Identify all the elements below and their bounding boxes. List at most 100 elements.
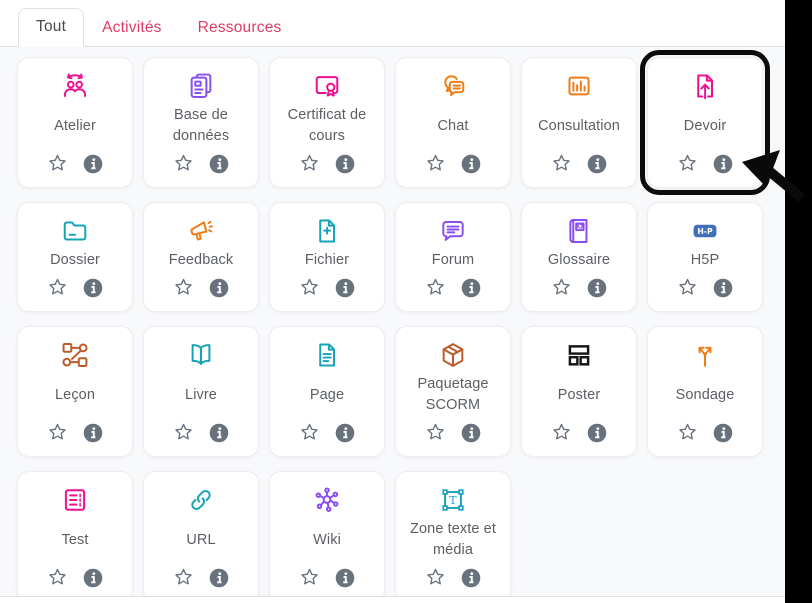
database-docs-icon [187,71,215,101]
activity-card-fichier[interactable]: Fichier [269,202,385,312]
star-favourite-icon[interactable] [173,567,194,588]
info-icon[interactable] [461,423,481,443]
activity-card-feedback[interactable]: Feedback [143,202,259,312]
activity-label: Base de données [144,101,258,151]
activity-label: Zone texte et média [396,515,510,565]
activity-card-wiki[interactable]: Wiki [269,471,385,596]
activity-card-certificat-de-cours[interactable]: Certificat de cours [269,57,385,188]
poster-layout-icon [565,340,593,370]
wiki-network-icon [313,485,341,515]
info-icon[interactable] [209,423,229,443]
card-footer [299,153,355,174]
star-favourite-icon[interactable] [425,277,446,298]
folder-icon [61,216,89,246]
activity-label: Poster [552,370,607,420]
info-icon[interactable] [335,423,355,443]
activity-card-dossier[interactable]: Dossier [17,202,133,312]
info-icon[interactable] [335,278,355,298]
info-icon[interactable] [209,568,229,588]
activity-label: Chat [431,101,474,151]
activity-card-poster[interactable]: Poster [521,326,637,457]
activity-label: Atelier [48,101,102,151]
card-footer [47,277,103,298]
activity-card-h5p[interactable]: H-P H5P [647,202,763,312]
card-footer [425,153,481,174]
info-icon[interactable] [209,278,229,298]
star-favourite-icon[interactable] [47,277,68,298]
activity-label: URL [180,515,221,565]
info-icon[interactable] [461,154,481,174]
star-favourite-icon[interactable] [173,153,194,174]
info-icon[interactable] [83,568,103,588]
activity-label: Paquetage SCORM [396,370,510,420]
star-favourite-icon[interactable] [173,422,194,443]
info-icon[interactable] [83,278,103,298]
svg-text:H-P: H-P [697,227,713,236]
info-icon[interactable] [461,568,481,588]
card-footer [677,422,733,443]
activity-card-devoir[interactable]: Devoir [647,57,763,188]
tab-tout[interactable]: Tout [18,8,84,47]
activity-card-page[interactable]: Page [269,326,385,457]
activity-label: Livre [179,370,223,420]
activity-card-base-de-donnees[interactable]: Base de données [143,57,259,188]
tab-ressources[interactable]: Ressources [180,9,300,47]
info-icon[interactable] [713,278,733,298]
star-favourite-icon[interactable] [299,277,320,298]
info-icon[interactable] [713,423,733,443]
star-favourite-icon[interactable] [425,567,446,588]
page-doc-icon [313,340,341,370]
activity-label: H5P [685,246,726,275]
star-favourite-icon[interactable] [425,153,446,174]
info-icon[interactable] [587,423,607,443]
activity-label: Devoir [678,101,733,151]
activity-label: Certificat de cours [270,101,384,151]
star-favourite-icon[interactable] [299,422,320,443]
card-footer [551,422,607,443]
star-favourite-icon[interactable] [299,567,320,588]
star-favourite-icon[interactable] [551,422,572,443]
activity-card-forum[interactable]: Forum [395,202,511,312]
assignment-upload-icon [691,71,719,101]
star-favourite-icon[interactable] [173,277,194,298]
star-favourite-icon[interactable] [677,153,698,174]
activity-card-zone-texte-et-media[interactable]: T Zone texte et média [395,471,511,596]
activity-card-glossaire[interactable]: AZ Glossaire [521,202,637,312]
activity-card-url[interactable]: URL [143,471,259,596]
activity-card-sondage[interactable]: Sondage [647,326,763,457]
info-icon[interactable] [335,154,355,174]
info-icon[interactable] [587,154,607,174]
quiz-checklist-icon [61,485,89,515]
info-icon[interactable] [461,278,481,298]
activity-card-livre[interactable]: Livre [143,326,259,457]
activity-card-chat[interactable]: Chat [395,57,511,188]
card-footer [677,153,733,174]
star-favourite-icon[interactable] [551,153,572,174]
card-footer [173,153,229,174]
h5p-logo-icon: H-P [691,216,719,246]
star-favourite-icon[interactable] [677,277,698,298]
star-favourite-icon[interactable] [299,153,320,174]
star-favourite-icon[interactable] [425,422,446,443]
activity-card-lecon[interactable]: Leçon [17,326,133,457]
tab-activites[interactable]: Activités [84,9,180,47]
star-favourite-icon[interactable] [47,153,68,174]
activity-card-atelier[interactable]: Atelier [17,57,133,188]
info-icon[interactable] [335,568,355,588]
activity-card-consultation[interactable]: Consultation [521,57,637,188]
info-icon[interactable] [713,154,733,174]
link-icon [187,485,215,515]
info-icon[interactable] [587,278,607,298]
star-favourite-icon[interactable] [47,422,68,443]
star-favourite-icon[interactable] [47,567,68,588]
info-icon[interactable] [209,154,229,174]
star-favourite-icon[interactable] [677,422,698,443]
activity-card-paquetage-scorm[interactable]: Paquetage SCORM [395,326,511,457]
activity-card-test[interactable]: Test [17,471,133,596]
info-icon[interactable] [83,423,103,443]
choice-split-icon [691,340,719,370]
open-book-icon [187,340,215,370]
activity-label: Test [56,515,95,565]
star-favourite-icon[interactable] [551,277,572,298]
info-icon[interactable] [83,154,103,174]
